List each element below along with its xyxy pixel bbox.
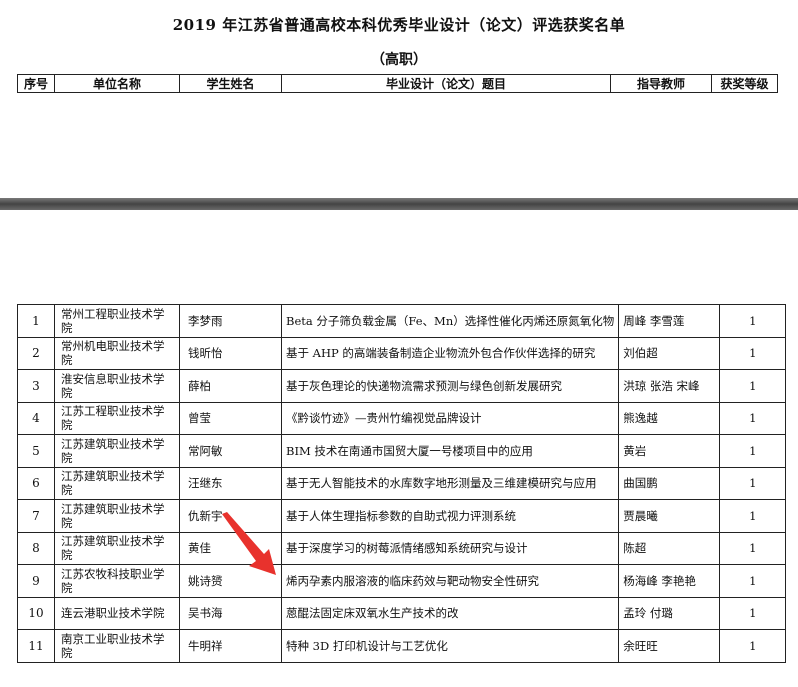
document-subtitle: （高职） [371, 52, 427, 68]
document-title: 2019 年江苏省普通高校本科优秀毕业设计（论文）评选获奖名单 [172, 16, 626, 34]
award-level: 1 [719, 629, 787, 663]
row-number: 6 [17, 466, 55, 500]
thesis-title: 基于无人智能技术的水库数字地形测量及三维建模研究与应用 [280, 466, 620, 500]
student-name: 牛明祥 [179, 629, 282, 663]
row-number: 11 [17, 629, 55, 663]
thesis-title: BIM 技术在南通市国贸大厦一号楼项目中的应用 [280, 434, 620, 468]
award-level: 1 [719, 499, 787, 533]
advisor-name: 刘伯超 [618, 336, 721, 370]
header-cell-unit: 单位名称 [54, 74, 180, 93]
unit-name: 江苏农牧科技职业学院 [54, 564, 180, 598]
thesis-title: 基于灰色理论的快递物流需求预测与绿色创新发展研究 [280, 369, 620, 403]
student-name: 曾莹 [179, 401, 282, 435]
table-row: 8 江苏建筑职业技术学院 黄佳 基于深度学习的树莓派情绪感知系统研究与设计 陈超 1 [17, 531, 787, 565]
thesis-title: Beta 分子筛负载金属（Fe、Mn）选择性催化丙烯还原氮氧化物 [280, 304, 620, 338]
table-row: 7 江苏建筑职业技术学院 仇新宇 基于人体生理指标参数的自助式视力评测系统 贾晨曦 1 [17, 499, 787, 533]
red-arrow-shape [222, 512, 276, 575]
advisor-name: 周峰 李雪莲 [618, 304, 721, 338]
row-number: 10 [17, 596, 55, 630]
award-level: 1 [719, 336, 787, 370]
student-name: 李梦雨 [179, 304, 282, 338]
winners-table: 1 常州工程职业技术学院 李梦雨 Beta 分子筛负载金属（Fe、Mn）选择性催化丙烯… [17, 304, 787, 663]
award-level: 1 [719, 369, 787, 403]
unit-name: 江苏工程职业技术学院 [54, 401, 180, 435]
unit-name: 南京工业职业技术学院 [54, 629, 180, 663]
table-row: 6 江苏建筑职业技术学院 汪继东 基于无人智能技术的水库数字地形测量及三维建模研究与应… [17, 466, 787, 500]
header-cell-no: 序号 [17, 74, 55, 93]
table-row: 10 连云港职业技术学院 吴书海 蒽醌法固定床双氧水生产技术的改 孟玲 付璐 1 [17, 596, 787, 630]
advisor-name: 孟玲 付璐 [618, 596, 721, 630]
award-level: 1 [719, 531, 787, 565]
header-table: 序号 单位名称 学生姓名 毕业设计（论文）题目 指导教师 获奖等级 [17, 74, 778, 93]
advisor-name: 余旺旺 [618, 629, 721, 663]
student-name: 吴书海 [179, 596, 282, 630]
table-row: 9 江苏农牧科技职业学院 姚诗赟 烯丙孕素内服溶液的临床药效与靶动物安全性研究 杨海峰 … [17, 564, 787, 598]
thesis-title: 基于人体生理指标参数的自助式视力评测系统 [280, 499, 620, 533]
thesis-title: 特种 3D 打印机设计与工艺优化 [280, 629, 620, 663]
advisor-name: 洪琼 张浩 宋峰 [618, 369, 721, 403]
header-cell-student: 学生姓名 [179, 74, 282, 93]
header-cell-teacher: 指导教师 [610, 74, 712, 93]
table-row: 4 江苏工程职业技术学院 曾莹 《黔谈竹迹》—贵州竹编视觉品牌设计 熊逸越 1 [17, 401, 787, 435]
thesis-title: 基于深度学习的树莓派情绪感知系统研究与设计 [280, 531, 620, 565]
award-level: 1 [719, 466, 787, 500]
advisor-name: 熊逸越 [618, 401, 721, 435]
unit-name: 江苏建筑职业技术学院 [54, 499, 180, 533]
header-cell-topic: 毕业设计（论文）题目 [281, 74, 611, 93]
row-number: 4 [17, 401, 55, 435]
unit-name: 江苏建筑职业技术学院 [54, 466, 180, 500]
table-row: 3 淮安信息职业技术学院 薛柏 基于灰色理论的快递物流需求预测与绿色创新发展研究 洪琼 … [17, 369, 787, 403]
row-number: 3 [17, 369, 55, 403]
row-number: 2 [17, 336, 55, 370]
advisor-name: 曲国鹏 [618, 466, 721, 500]
row-number: 8 [17, 531, 55, 565]
table-row: 1 常州工程职业技术学院 李梦雨 Beta 分子筛负载金属（Fe、Mn）选择性催化丙烯… [17, 304, 787, 338]
advisor-name: 贾晨曦 [618, 499, 721, 533]
unit-name: 连云港职业技术学院 [54, 596, 180, 630]
table-row: 2 常州机电职业技术学院 钱昕怡 基于 AHP 的高端装备制造企业物流外包合作伙伴选择… [17, 336, 787, 370]
award-level: 1 [719, 401, 787, 435]
thesis-title: 烯丙孕素内服溶液的临床药效与靶动物安全性研究 [280, 564, 620, 598]
unit-name: 常州工程职业技术学院 [54, 304, 180, 338]
thesis-title: 蒽醌法固定床双氧水生产技术的改 [280, 596, 620, 630]
red-arrow-icon [222, 512, 276, 575]
student-name: 薛柏 [179, 369, 282, 403]
thesis-title: 基于 AHP 的高端装备制造企业物流外包合作伙伴选择的研究 [280, 336, 620, 370]
award-level: 1 [719, 596, 787, 630]
table-row: 5 江苏建筑职业技术学院 常阿敏 BIM 技术在南通市国贸大厦一号楼项目中的应用 黄岩 1 [17, 434, 787, 468]
row-number: 7 [17, 499, 55, 533]
unit-name: 常州机电职业技术学院 [54, 336, 180, 370]
table-row: 11 南京工业职业技术学院 牛明祥 特种 3D 打印机设计与工艺优化 余旺旺 1 [17, 629, 787, 663]
header-cell-award: 获奖等级 [711, 74, 778, 93]
advisor-name: 陈超 [618, 531, 721, 565]
unit-name: 淮安信息职业技术学院 [54, 369, 180, 403]
award-level: 1 [719, 304, 787, 338]
advisor-name: 杨海峰 李艳艳 [618, 564, 721, 598]
advisor-name: 黄岩 [618, 434, 721, 468]
row-number: 1 [17, 304, 55, 338]
student-name: 常阿敏 [179, 434, 282, 468]
student-name: 钱昕怡 [179, 336, 282, 370]
student-name: 汪继东 [179, 466, 282, 500]
page-divider [0, 198, 798, 210]
row-number: 5 [17, 434, 55, 468]
header-row: 序号 单位名称 学生姓名 毕业设计（论文）题目 指导教师 获奖等级 [17, 74, 778, 93]
unit-name: 江苏建筑职业技术学院 [54, 434, 180, 468]
award-level: 1 [719, 564, 787, 598]
thesis-title: 《黔谈竹迹》—贵州竹编视觉品牌设计 [280, 401, 620, 435]
row-number: 9 [17, 564, 55, 598]
unit-name: 江苏建筑职业技术学院 [54, 531, 180, 565]
award-level: 1 [719, 434, 787, 468]
